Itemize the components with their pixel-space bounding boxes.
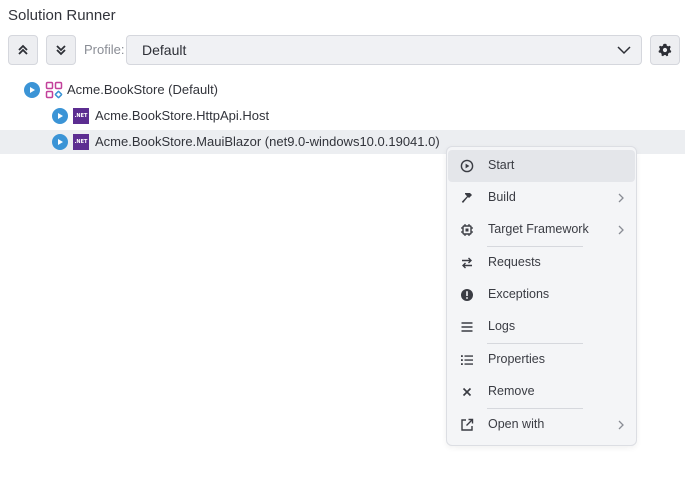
menu-item-label: Logs	[488, 319, 516, 333]
play-icon	[30, 87, 35, 93]
context-menu: Start Build Target Framework Requests Ex…	[446, 146, 637, 446]
menu-item-build[interactable]: Build	[448, 182, 635, 214]
menu-item-remove[interactable]: Remove	[448, 376, 635, 408]
chevron-right-icon	[618, 420, 624, 430]
list-icon	[461, 355, 473, 365]
external-link-icon	[461, 418, 474, 431]
profile-value: Default	[142, 42, 187, 58]
swap-arrows-icon	[462, 257, 472, 269]
run-project-button[interactable]	[52, 108, 68, 124]
menu-item-label: Requests	[488, 255, 541, 269]
play-icon	[58, 113, 63, 119]
menu-item-label: Exceptions	[488, 287, 550, 301]
menu-item-exceptions[interactable]: Exceptions	[448, 279, 635, 311]
menu-item-open-with[interactable]: Open with	[448, 409, 635, 441]
project-label: Acme.BookStore.MauiBlazor (net9.0-window…	[95, 134, 440, 149]
profile-select[interactable]: Default	[126, 35, 642, 65]
play-icon	[58, 139, 63, 145]
menu-item-label: Target Framework	[488, 222, 589, 236]
exclamation-circle-icon	[461, 289, 473, 301]
tree-solution-row[interactable]: Acme.BookStore (Default)	[0, 78, 685, 102]
hammer-icon	[461, 193, 472, 203]
chip-icon	[461, 224, 473, 236]
panel-title: Solution Runner	[8, 7, 116, 24]
chevrons-down-icon	[56, 45, 66, 56]
menu-item-start[interactable]: Start	[448, 150, 635, 182]
menu-item-label: Start	[488, 158, 515, 172]
solution-label: Acme.BookStore (Default)	[67, 82, 219, 97]
run-solution-button[interactable]	[24, 82, 40, 98]
profile-label: Profile:	[84, 42, 125, 57]
settings-button[interactable]	[650, 35, 680, 65]
solution-icon	[45, 81, 63, 99]
chevron-right-icon	[618, 193, 624, 203]
dotnet-icon: .NET	[73, 134, 89, 150]
close-icon	[462, 387, 472, 397]
toolbar: Profile: Default	[8, 35, 680, 65]
run-project-button[interactable]	[52, 134, 68, 150]
menu-item-properties[interactable]: Properties	[448, 344, 635, 376]
menu-item-label: Open with	[488, 417, 545, 431]
dotnet-icon: .NET	[73, 108, 89, 124]
tree-project-row[interactable]: .NET Acme.BookStore.HttpApi.Host	[0, 104, 685, 128]
chevrons-up-icon	[18, 44, 28, 55]
menu-item-logs[interactable]: Logs	[448, 311, 635, 343]
expand-all-button[interactable]	[46, 35, 76, 65]
menu-item-label: Remove	[488, 384, 535, 398]
menu-item-target-framework[interactable]: Target Framework	[448, 214, 635, 246]
gear-icon	[658, 43, 672, 57]
collapse-all-button[interactable]	[8, 35, 38, 65]
menu-item-label: Build	[488, 190, 516, 204]
menu-item-label: Properties	[488, 352, 545, 366]
chevron-right-icon	[618, 225, 624, 235]
chevron-down-icon	[617, 46, 631, 55]
play-circle-icon	[460, 159, 474, 173]
menu-item-requests[interactable]: Requests	[448, 247, 635, 279]
project-label: Acme.BookStore.HttpApi.Host	[95, 108, 270, 123]
lines-icon	[461, 322, 473, 332]
